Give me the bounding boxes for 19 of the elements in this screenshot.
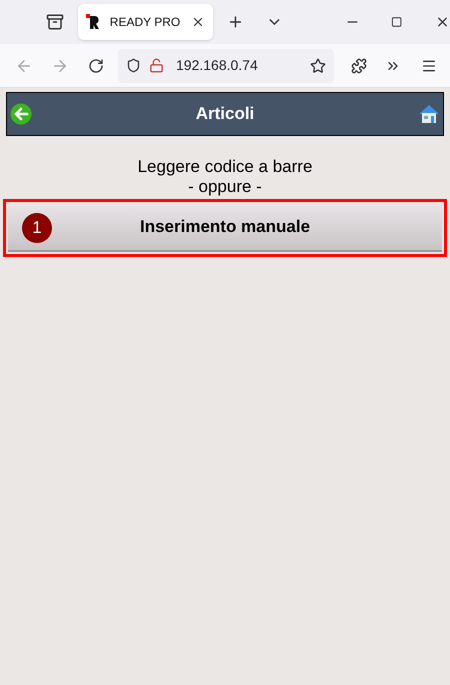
tab-list-icon[interactable] [46, 13, 64, 31]
address-bar[interactable]: 192.168.0.74 [118, 48, 334, 82]
unlocked-icon [149, 58, 164, 73]
url-text: 192.168.0.74 [176, 56, 259, 75]
star-icon[interactable] [310, 58, 326, 74]
number-badge: 1 [22, 213, 52, 243]
puzzle-icon[interactable] [351, 58, 367, 74]
tab-title: READY PRO [110, 14, 182, 31]
browser-tab[interactable]: READY PRO [78, 4, 213, 40]
maximize-icon[interactable] [390, 16, 402, 28]
menu-icon[interactable] [421, 58, 437, 74]
instruction-text: Leggere codice a barre [138, 157, 312, 177]
shield-icon [126, 58, 141, 73]
reload-icon[interactable] [88, 58, 104, 74]
logo-icon [86, 14, 102, 30]
home-icon[interactable] [418, 104, 440, 124]
instruction-text: - oppure - [188, 177, 262, 197]
header-title: Articoli [194, 103, 256, 126]
manual-entry-button[interactable]: 1 Inserimento manuale [8, 204, 442, 252]
